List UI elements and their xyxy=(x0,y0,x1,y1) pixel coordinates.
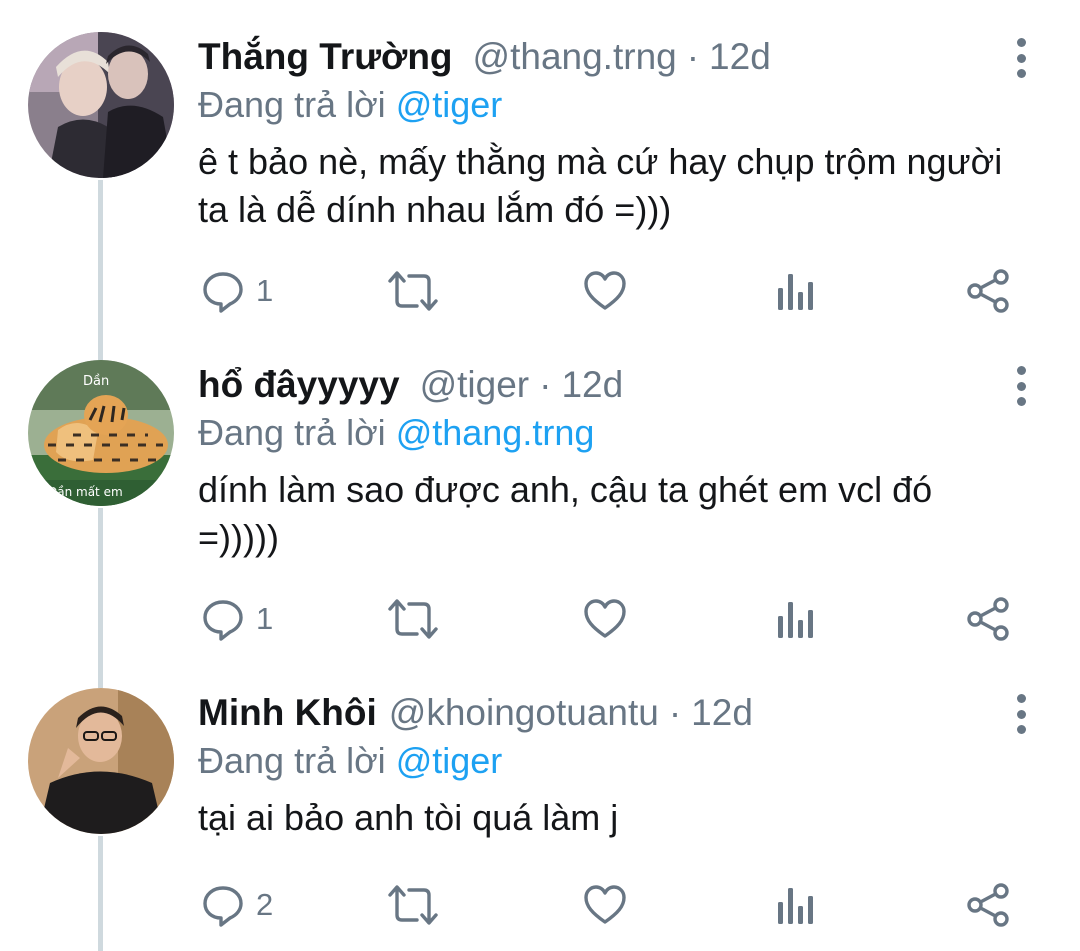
tweet-header: Minh Khôi @khoingotuantu · 12d xyxy=(198,690,753,736)
retweet-icon xyxy=(386,268,440,314)
reply-prefix: Đang trả lời xyxy=(198,412,386,453)
heart-icon xyxy=(582,268,628,314)
separator-dot: · xyxy=(668,692,682,733)
tweet-text: dính làm sao được anh, cậu ta ghét em vc… xyxy=(198,469,933,558)
avatar[interactable] xyxy=(28,688,174,834)
reply-count: 1 xyxy=(256,601,274,636)
tweet-header: hổ đâyyyyy @tiger · 12d xyxy=(198,362,623,408)
like-button[interactable] xyxy=(582,594,628,644)
reply-to-handle[interactable]: @tiger xyxy=(396,84,503,125)
avatar-caption-bottom: Dần mất em xyxy=(48,485,123,499)
reply-icon xyxy=(200,882,246,928)
like-button[interactable] xyxy=(582,266,628,316)
replying-to: Đang trả lời @tiger xyxy=(198,82,502,128)
retweet-icon xyxy=(386,882,440,928)
tweet-header: Thắng Trường @thang.trng · 12d xyxy=(198,34,771,80)
share-button[interactable] xyxy=(966,880,1012,930)
timestamp[interactable]: 12d xyxy=(561,362,623,408)
reply-count: 2 xyxy=(256,887,274,922)
reply-prefix: Đang trả lời xyxy=(198,740,386,781)
more-vertical-icon[interactable] xyxy=(1006,38,1036,78)
analytics-button[interactable] xyxy=(776,594,816,644)
analytics-button[interactable] xyxy=(776,266,816,316)
reply-to-handle[interactable]: @tiger xyxy=(396,740,503,781)
retweet-button[interactable] xyxy=(386,266,440,316)
analytics-button[interactable] xyxy=(776,880,816,930)
more-vertical-icon[interactable] xyxy=(1006,366,1036,406)
reply-count: 1 xyxy=(256,273,274,308)
retweet-icon xyxy=(386,596,440,642)
analytics-icon xyxy=(776,268,816,314)
heart-icon xyxy=(582,596,628,642)
reply-button[interactable]: 2 xyxy=(200,880,273,930)
replying-to: Đang trả lời @thang.trng xyxy=(198,410,594,456)
replying-to: Đang trả lời @tiger xyxy=(198,738,502,784)
reply-button[interactable]: 1 xyxy=(200,594,273,644)
display-name[interactable]: Thắng Trường xyxy=(198,34,453,80)
analytics-icon xyxy=(776,596,816,642)
reply-button[interactable]: 1 xyxy=(200,266,273,316)
user-handle[interactable]: @khoingotuantu xyxy=(389,690,659,736)
share-button[interactable] xyxy=(966,594,1012,644)
user-handle[interactable]: @thang.trng xyxy=(473,34,677,80)
share-button[interactable] xyxy=(966,266,1012,316)
action-bar: 1 xyxy=(0,594,1080,644)
user-handle[interactable]: @tiger xyxy=(420,362,530,408)
avatar[interactable] xyxy=(28,32,174,178)
more-vertical-icon[interactable] xyxy=(1006,694,1036,734)
display-name[interactable]: Minh Khôi xyxy=(198,690,377,736)
like-button[interactable] xyxy=(582,880,628,930)
analytics-icon xyxy=(776,882,816,928)
reply-prefix: Đang trả lời xyxy=(198,84,386,125)
retweet-button[interactable] xyxy=(386,880,440,930)
share-icon xyxy=(966,882,1012,928)
display-name[interactable]: hổ đâyyyyy xyxy=(198,362,400,408)
action-bar: 1 xyxy=(0,266,1080,316)
heart-icon xyxy=(582,882,628,928)
reply-icon xyxy=(200,268,246,314)
share-icon xyxy=(966,268,1012,314)
avatar[interactable]: Dần Dần mất em xyxy=(28,360,174,506)
share-icon xyxy=(966,596,1012,642)
retweet-button[interactable] xyxy=(386,594,440,644)
reply-icon xyxy=(200,596,246,642)
tweet-text: ê t bảo nè, mấy thằng mà cứ hay chụp trộ… xyxy=(198,141,1003,230)
separator-dot: · xyxy=(539,364,552,405)
action-bar: 2 xyxy=(0,880,1080,930)
timestamp[interactable]: 12d xyxy=(691,690,753,736)
separator-dot: · xyxy=(686,36,700,77)
avatar-caption-top: Dần xyxy=(83,374,109,389)
tweet-text: tại ai bảo anh tòi quá làm j xyxy=(198,797,619,838)
reply-to-handle[interactable]: @thang.trng xyxy=(396,412,595,453)
timestamp[interactable]: 12d xyxy=(709,34,771,80)
